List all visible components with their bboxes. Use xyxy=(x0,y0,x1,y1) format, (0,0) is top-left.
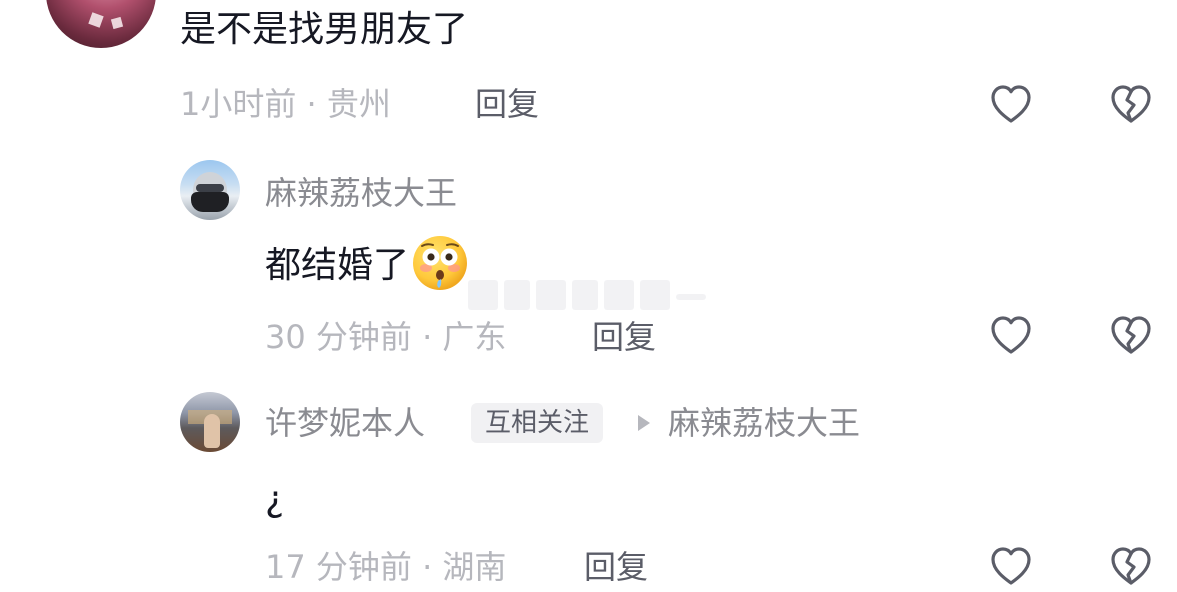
reply-avatar[interactable] xyxy=(180,392,240,452)
reply-username[interactable]: 麻辣荔枝大王 xyxy=(265,171,457,215)
like-button[interactable] xyxy=(985,309,1037,361)
broken-heart-icon xyxy=(1111,316,1151,354)
reply-to-username[interactable]: 麻辣荔枝大王 xyxy=(668,401,860,445)
reply-button[interactable]: 回复 xyxy=(584,545,648,589)
heart-outline-icon xyxy=(991,85,1031,123)
broken-heart-icon xyxy=(1111,547,1151,585)
broken-heart-icon xyxy=(1111,85,1151,123)
reply-text: ¿ xyxy=(265,479,285,520)
dislike-button[interactable] xyxy=(1105,309,1157,361)
dislike-button[interactable] xyxy=(1105,540,1157,592)
triangle-right-icon xyxy=(638,415,650,431)
dislike-button[interactable] xyxy=(1105,78,1157,130)
reply-avatar[interactable] xyxy=(180,160,240,220)
like-button[interactable] xyxy=(985,540,1037,592)
commenter-avatar[interactable] xyxy=(46,0,156,48)
reply-meta: 17 分钟前 · 湖南 xyxy=(265,548,507,586)
heart-outline-icon xyxy=(991,547,1031,585)
reply-text: 都结婚了 xyxy=(265,236,469,296)
like-button[interactable] xyxy=(985,78,1037,130)
comment-text: 是不是找男朋友了 xyxy=(180,9,469,50)
reply-button[interactable]: 回复 xyxy=(475,82,539,126)
heart-outline-icon xyxy=(991,316,1031,354)
reply-username[interactable]: 许梦妮本人 xyxy=(265,401,425,445)
comment-meta: 1小时前 · 贵州 xyxy=(180,85,391,123)
flushed-face-emoji xyxy=(413,236,468,290)
mutual-follow-badge: 互相关注 xyxy=(471,403,604,443)
reply-meta: 30 分钟前 · 广东 xyxy=(265,318,507,356)
reply-text-content: 都结婚了 xyxy=(265,245,410,286)
faded-sticker xyxy=(468,280,718,316)
reply-button[interactable]: 回复 xyxy=(592,315,656,359)
